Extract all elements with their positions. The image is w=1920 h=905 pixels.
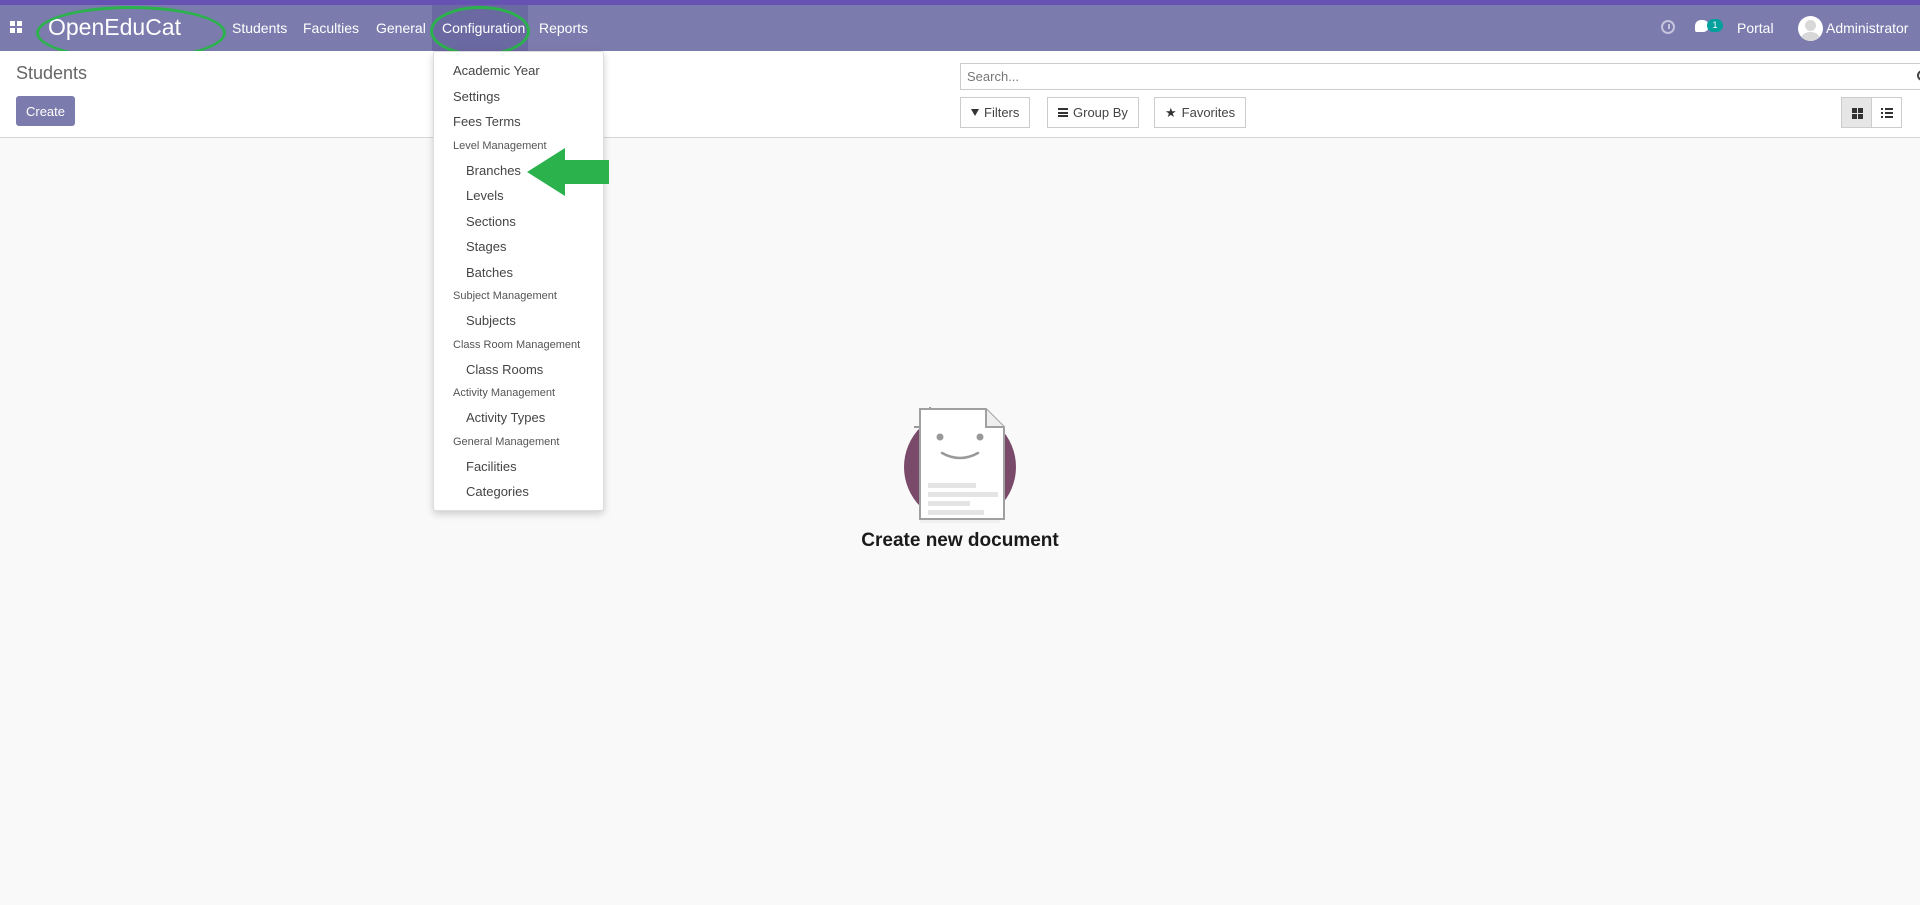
- menu-class-rooms[interactable]: Class Rooms: [466, 362, 543, 377]
- apps-menu-icon[interactable]: [10, 21, 22, 33]
- group-by-label: Group By: [1073, 105, 1128, 120]
- menu-header-class-room-management: Class Room Management: [453, 339, 581, 351]
- empty-document-illustration: [904, 406, 1016, 523]
- annotation-arrow-icon: [527, 148, 609, 196]
- configuration-dropdown: Academic Year Settings Fees Terms Level …: [433, 51, 604, 511]
- list-view-button[interactable]: [1871, 97, 1902, 128]
- nav-faculties[interactable]: Faculties: [303, 20, 359, 36]
- user-avatar[interactable]: [1798, 16, 1823, 41]
- menu-batches[interactable]: Batches: [466, 265, 513, 280]
- activity-clock-icon[interactable]: [1661, 20, 1675, 34]
- configuration-highlight-circle: [430, 6, 530, 56]
- group-by-icon: [1058, 108, 1068, 117]
- star-icon: ★: [1165, 104, 1177, 120]
- breadcrumb: Students: [16, 63, 88, 83]
- menu-subjects[interactable]: Subjects: [466, 313, 516, 328]
- menu-academic-year[interactable]: Academic Year: [453, 63, 540, 78]
- nav-students[interactable]: Students: [232, 20, 287, 36]
- top-navbar: OpenEduCat Students Faculties General Co…: [0, 0, 1920, 60]
- menu-facilities[interactable]: Facilities: [466, 459, 517, 474]
- filters-button[interactable]: Filters: [960, 97, 1031, 128]
- chat-count-badge: 1: [1707, 19, 1723, 32]
- portal-link[interactable]: Portal: [1737, 20, 1774, 36]
- menu-sections[interactable]: Sections: [466, 214, 516, 229]
- user-menu[interactable]: Administrator: [1826, 20, 1908, 36]
- kanban-view-button[interactable]: [1841, 97, 1872, 128]
- menu-activity-types[interactable]: Activity Types: [466, 410, 545, 425]
- menu-settings[interactable]: Settings: [453, 89, 500, 104]
- menu-header-activity-management: Activity Management: [453, 387, 556, 399]
- search-box: [960, 63, 1920, 90]
- menu-fees-terms[interactable]: Fees Terms: [453, 114, 521, 129]
- group-by-button[interactable]: Group By: [1047, 97, 1139, 128]
- nav-reports[interactable]: Reports: [539, 20, 588, 36]
- favorites-button[interactable]: ★ Favorites: [1154, 97, 1247, 128]
- empty-state-title: Create new document: [861, 530, 1059, 551]
- filter-icon: [971, 109, 979, 116]
- filters-label: Filters: [984, 105, 1020, 120]
- menu-header-general-management: General Management: [453, 436, 560, 448]
- menu-stages[interactable]: Stages: [466, 239, 506, 254]
- control-panel: Students Create Filters Group By ★ Favor…: [0, 51, 1920, 138]
- menu-branches[interactable]: Branches: [466, 163, 521, 178]
- list-icon: [1881, 108, 1893, 118]
- kanban-icon: [1852, 108, 1863, 119]
- menu-header-subject-management: Subject Management: [453, 290, 557, 302]
- nav-general[interactable]: General: [376, 20, 426, 36]
- menu-categories[interactable]: Categories: [466, 484, 529, 499]
- search-input[interactable]: [967, 69, 1897, 84]
- create-button[interactable]: Create: [16, 96, 75, 126]
- menu-levels[interactable]: Levels: [466, 188, 504, 203]
- favorites-label: Favorites: [1181, 105, 1236, 120]
